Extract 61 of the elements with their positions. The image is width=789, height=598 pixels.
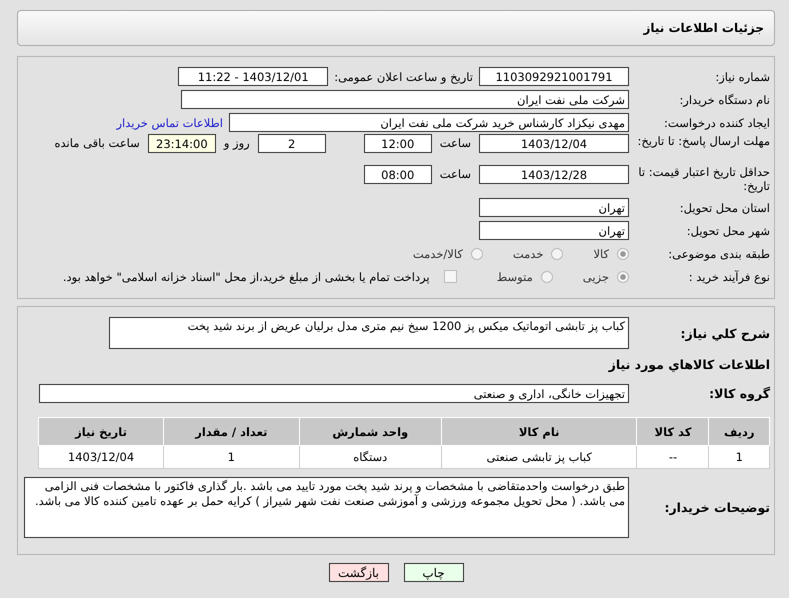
reply-time-field[interactable]: 12:00 xyxy=(364,134,432,153)
radio-button[interactable] xyxy=(617,248,629,260)
city-field[interactable]: تهران xyxy=(479,221,629,240)
remaining-time-field[interactable]: 23:14:00 xyxy=(148,134,216,153)
time-label: ساعت xyxy=(440,135,471,152)
time-label: ساعت xyxy=(440,166,471,183)
days-field[interactable]: 2 xyxy=(258,134,326,153)
validity-date-field[interactable]: 1403/12/28 xyxy=(479,165,629,184)
radio-label: کالا xyxy=(593,246,609,260)
table-cell: 1 xyxy=(708,446,770,468)
section-title: اطلاعات کالاهاي مورد نياز xyxy=(607,356,771,374)
column-header: ردیف xyxy=(708,418,770,446)
page-title: جزئیات اطلاعات نیاز xyxy=(643,21,764,35)
radio-button[interactable] xyxy=(470,248,483,260)
field-label: توضیحات خریدار: xyxy=(663,500,771,515)
field-label: شهر محل تحویل: xyxy=(686,224,771,238)
field-label: مهلت ارسال پاسخ: تا تاریخ: xyxy=(636,134,771,148)
buyer-notes-field[interactable]: طبق درخواست واحدمتقاضی با مشخصات و پرند شید پخت مورد تایید می باشد .بار گذاری فاکتور با مشخصات فنی الزامی می باشد. ( محل تحویل مجموعه ورزشی و آموزشی صنعت نفت شهر شیراز ) کرایه حمل بر عهده تامین کننده کالا می باشد. xyxy=(24,477,629,538)
remaining-label: ساعت باقی مانده xyxy=(54,135,140,152)
column-header: تاریخ نیاز xyxy=(38,418,164,446)
need-number-field[interactable]: 1103092921001791 xyxy=(479,67,629,86)
table-cell: 1 xyxy=(164,446,300,468)
days-label: روز و xyxy=(224,135,250,152)
field-label: شماره نیاز: xyxy=(714,70,771,84)
field-label: نام دستگاه خریدار: xyxy=(678,92,771,106)
field-label: حداقل تاریخ اعتبار قیمت: تا تاریخ: xyxy=(637,165,771,193)
radio-label: جزیی xyxy=(582,270,609,284)
print-button[interactable]: چاپ xyxy=(404,563,464,582)
description-field[interactable]: کباب پز تابشی اتوماتیک میکس پز 1200 سیخ نیم متری مدل برلیان عریض از برند شید پخت xyxy=(109,317,629,349)
field-label: گروه کالا: xyxy=(708,386,771,401)
reply-date-field[interactable]: 1403/12/04 xyxy=(479,134,629,153)
column-header: تعداد / مقدار xyxy=(164,418,300,446)
buyer-org-field[interactable]: شرکت ملی نفت ایران xyxy=(181,90,629,109)
checkbox-label: پرداخت تمام یا بخشی از مبلغ خرید،از محل "اسناد خزانه اسلامی" خواهد بود. xyxy=(62,270,430,284)
buyer-contact-link[interactable]: اطلاعات تماس خریدار xyxy=(116,116,223,130)
table-cell: 1403/12/04 xyxy=(38,446,164,468)
table-cell: دستگاه xyxy=(299,446,442,468)
goods-group-field[interactable]: تجهیزات خانگی، اداری و صنعتی xyxy=(39,384,629,403)
field-label: شرح کلي نياز: xyxy=(680,326,771,340)
field-label: نوع فرآیند خرید : xyxy=(688,270,771,284)
radio-label: کالا/خدمت xyxy=(412,246,463,260)
checkbox[interactable] xyxy=(444,270,457,283)
back-button[interactable]: بازگشت xyxy=(328,563,388,582)
radio-button[interactable] xyxy=(551,248,564,260)
province-field[interactable]: تهران xyxy=(479,198,629,217)
column-header: نام کالا xyxy=(441,418,637,446)
field-label: تاریخ و ساعت اعلان عمومی: xyxy=(334,70,473,84)
radio-label: خدمت xyxy=(512,246,544,260)
column-header: واحد شمارش xyxy=(299,418,442,446)
table-cell: کباب پز تابشی صنعتی xyxy=(441,446,637,468)
radio-button[interactable] xyxy=(617,270,629,282)
field-label: استان محل تحویل: xyxy=(678,200,771,214)
announce-date-field[interactable]: 1403/12/01 - 11:22 xyxy=(178,67,328,86)
requester-field[interactable]: مهدی نیکزاد کارشناس خرید شرکت ملی نفت ایران xyxy=(229,113,629,132)
column-header: کد کالا xyxy=(636,418,709,446)
radio-label: متوسط xyxy=(496,270,533,284)
radio-button[interactable] xyxy=(540,270,553,282)
field-label: طبقه بندی موضوعی: xyxy=(667,246,771,260)
field-label: ایجاد کننده درخواست: xyxy=(663,116,771,130)
validity-time-field[interactable]: 08:00 xyxy=(364,165,432,184)
table-cell: -- xyxy=(636,446,709,468)
